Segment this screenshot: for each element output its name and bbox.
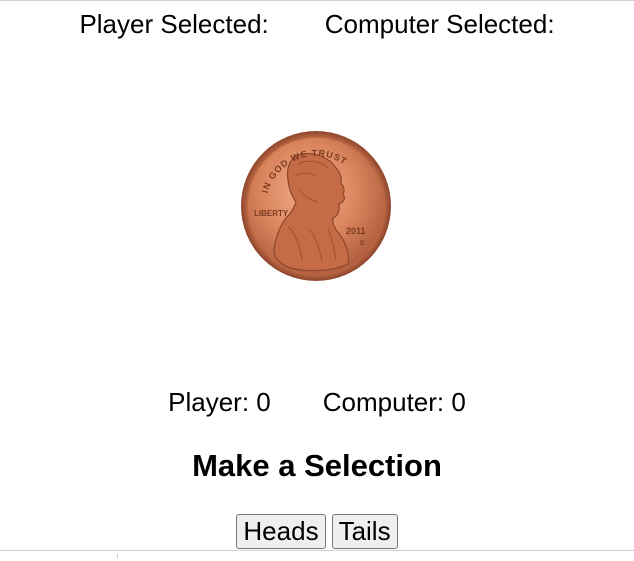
player-selected-label: Player Selected: <box>79 9 269 39</box>
player-score-label: Player: <box>168 387 250 417</box>
computer-score: Computer: 0 <box>323 386 466 418</box>
game-page: Player Selected: Computer Selected: IN G… <box>0 0 634 561</box>
coin-image: IN GOD WE TRUST LIBERTY 2011 D <box>240 130 392 282</box>
player-score-value: 0 <box>256 387 271 417</box>
penny-heads-icon: IN GOD WE TRUST LIBERTY 2011 D <box>241 131 391 281</box>
tails-button[interactable]: Tails <box>331 514 398 549</box>
computer-selected-label: Computer Selected: <box>324 9 555 39</box>
bottom-divider <box>0 550 634 551</box>
scoreboard: Player: 0 Computer: 0 <box>0 386 634 418</box>
computer-score-value: 0 <box>451 387 466 417</box>
coin-mint-mark: D <box>360 241 365 247</box>
coin-liberty-text: LIBERTY <box>254 209 289 218</box>
coin-year-text: 2011 <box>346 226 366 236</box>
top-divider <box>0 0 634 1</box>
heads-button[interactable]: Heads <box>236 514 326 549</box>
selection-status: Player Selected: Computer Selected: <box>0 8 634 40</box>
status-message: Make a Selection <box>192 448 442 483</box>
divider-tick <box>117 553 118 558</box>
choice-buttons: Heads Tails <box>0 514 634 549</box>
player-score: Player: 0 <box>168 386 271 418</box>
computer-score-label: Computer: <box>322 387 445 417</box>
